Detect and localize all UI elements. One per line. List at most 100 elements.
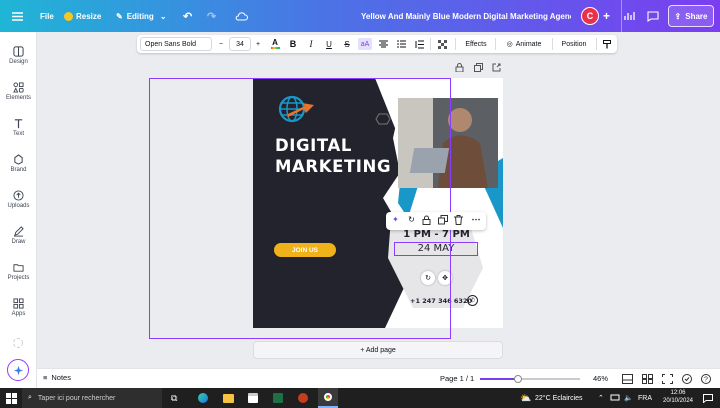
redo-icon[interactable]: ↷	[207, 0, 216, 32]
sparkle-icon	[13, 365, 23, 375]
letter-case-button[interactable]: aA	[358, 38, 372, 50]
font-size-decrease-button[interactable]: −	[215, 35, 227, 53]
sidebar-item-uploads[interactable]: Uploads	[0, 184, 37, 216]
text-color-button[interactable]: A	[268, 35, 282, 53]
sidebar-item-projects[interactable]: Projects	[0, 256, 37, 288]
sidebar-item-apps[interactable]: Apps	[0, 292, 37, 324]
duplicate-page-icon[interactable]	[474, 63, 483, 72]
projects-icon	[13, 264, 24, 272]
sidebar-item-elements[interactable]: Elements	[0, 76, 37, 108]
network-icon[interactable]	[610, 388, 620, 408]
language-indicator[interactable]: FRA	[638, 388, 652, 408]
store-icon[interactable]	[248, 388, 258, 408]
add-page-icon[interactable]	[492, 63, 501, 72]
spacing-icon[interactable]	[413, 35, 425, 53]
element-context-toolbar: ✦ ↻ ⋯	[386, 212, 486, 230]
notes-icon: ≡	[43, 373, 48, 382]
clock-time: 12:06	[670, 390, 686, 396]
weather-icon: ⛅	[520, 392, 532, 403]
taskbar-search[interactable]: ⌕ Taper ici pour rechercher	[22, 388, 162, 408]
add-page-button[interactable]: + Add page	[253, 341, 503, 359]
help-icon[interactable]: ?	[701, 374, 712, 384]
undo-icon[interactable]: ↶	[183, 0, 192, 32]
notes-button[interactable]: ≡ Notes	[43, 373, 71, 382]
list-icon[interactable]	[395, 35, 407, 53]
notification-icon[interactable]	[703, 388, 713, 408]
text-color-icon: A	[272, 38, 278, 47]
volume-icon[interactable]: 🔈	[624, 388, 633, 408]
search-icon: ⌕	[28, 394, 32, 401]
animate-icon: ◎	[506, 41, 513, 48]
text-toolbar: Open Sans Bold − 34 + A B I U S aA Effec…	[137, 35, 617, 53]
zoom-value[interactable]: 46%	[593, 374, 608, 383]
cloud-save-icon[interactable]	[235, 0, 248, 32]
text-icon	[14, 119, 23, 129]
magic-assistant-button[interactable]	[7, 359, 29, 381]
pencil-icon: ✎	[116, 11, 123, 21]
underline-button[interactable]: U	[323, 35, 335, 53]
sidebar-item-text[interactable]: Text	[0, 112, 37, 144]
lock-element-icon[interactable]	[422, 215, 433, 226]
effects-button[interactable]: Effects	[461, 35, 491, 53]
task-view-icon[interactable]: ⧉	[171, 388, 177, 408]
zoom-slider-thumb[interactable]	[514, 375, 523, 383]
delete-icon[interactable]	[454, 215, 465, 226]
page-indicator[interactable]: Page 1 / 1	[440, 374, 474, 383]
animate-button[interactable]: ◎ Animate	[500, 35, 548, 53]
transparency-icon[interactable]	[435, 35, 449, 53]
check-circle-icon[interactable]	[682, 374, 693, 384]
magic-edit-icon[interactable]: ✦	[390, 215, 401, 226]
windows-taskbar: ⌕ Taper ici pour rechercher ⧉ ⛅ 22°C Ecl…	[0, 388, 720, 408]
draw-icon	[13, 226, 24, 237]
excel-icon[interactable]	[273, 388, 283, 408]
tray-chevron-icon[interactable]: ⌃	[598, 388, 604, 408]
windows-start-icon[interactable]	[6, 388, 17, 408]
bold-button[interactable]: B	[287, 35, 299, 53]
brand-icon	[14, 154, 23, 165]
italic-button[interactable]: I	[305, 35, 317, 53]
comment-icon[interactable]	[647, 0, 659, 32]
insights-icon[interactable]	[624, 0, 636, 32]
resize-button[interactable]: Resize	[64, 0, 101, 32]
refresh-icon[interactable]: ↻	[406, 215, 417, 226]
share-icon: ⇪	[674, 11, 682, 21]
more-options-icon[interactable]: ⋯	[470, 214, 482, 226]
avatar[interactable]: C	[581, 0, 599, 32]
zoom-slider[interactable]	[480, 375, 580, 383]
page-grid-icon[interactable]	[622, 374, 633, 384]
sidebar-item-design[interactable]: Design	[0, 40, 37, 72]
duplicate-icon[interactable]	[438, 215, 449, 226]
align-center-icon[interactable]	[377, 35, 389, 53]
top-bar: File Resize ✎ Editing ⌄ ↶ ↷ Yellow And M…	[0, 0, 720, 32]
clock[interactable]: 12:06 20/10/2024	[660, 389, 696, 405]
share-button[interactable]: ⇪ Share	[668, 5, 714, 27]
lock-icon[interactable]	[455, 63, 464, 73]
editing-button[interactable]: ✎ Editing ⌄	[116, 0, 167, 32]
grid-view-icon[interactable]	[642, 374, 653, 384]
menu-icon[interactable]	[12, 0, 23, 32]
powerpoint-icon[interactable]	[298, 388, 308, 408]
apps-icon	[13, 298, 24, 309]
add-collaborator-icon[interactable]: +	[603, 0, 610, 32]
uploads-icon	[13, 190, 24, 201]
bottom-bar: ≡ Notes Page 1 / 1 46% ?	[37, 368, 720, 388]
font-size-input[interactable]: 34	[229, 37, 251, 51]
svg-text:?: ?	[704, 377, 708, 384]
position-button[interactable]: Position	[556, 35, 592, 53]
font-size-increase-button[interactable]: +	[252, 35, 264, 53]
document-title[interactable]: Yellow And Mainly Blue Modern Digital Ma…	[361, 0, 571, 32]
sidebar-item-brand[interactable]: Brand	[0, 148, 37, 180]
file-menu[interactable]: File	[40, 0, 54, 32]
weather-text[interactable]: 22°C Eclaircies	[535, 388, 583, 408]
chrome-icon[interactable]	[318, 388, 338, 408]
sidebar-item-draw[interactable]: Draw	[0, 220, 37, 252]
chevron-down-icon: ⌄	[159, 11, 167, 21]
strikethrough-button[interactable]: S	[341, 35, 353, 53]
fullscreen-icon[interactable]	[662, 374, 673, 384]
left-sidebar: Design Elements Text Brand Uploads Draw …	[0, 32, 37, 388]
paint-format-icon[interactable]	[600, 35, 614, 53]
edge-icon[interactable]	[198, 388, 208, 408]
file-explorer-icon[interactable]	[223, 388, 234, 408]
elements-icon	[13, 82, 24, 93]
font-family-select[interactable]: Open Sans Bold	[140, 37, 212, 51]
